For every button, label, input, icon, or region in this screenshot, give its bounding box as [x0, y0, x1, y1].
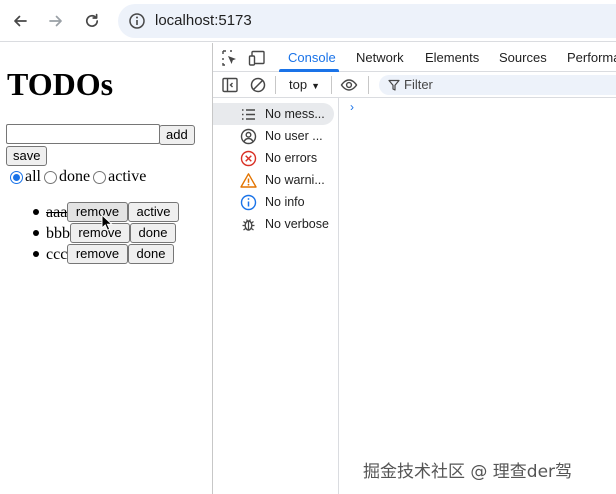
tab-network[interactable]: Network	[356, 50, 404, 66]
remove-button[interactable]: remove	[67, 244, 128, 264]
arrow-right-icon	[49, 15, 62, 27]
tab-elements[interactable]: Elements	[425, 50, 479, 66]
console-toolbar: top ▼ Filter	[213, 72, 616, 98]
sidebar-item-errors[interactable]: No errors	[213, 147, 339, 169]
filter-icon	[388, 79, 400, 91]
clear-console-icon[interactable]	[249, 76, 267, 94]
tab-console[interactable]: Console	[288, 50, 336, 66]
context-value: top	[289, 77, 308, 92]
watermark: 掘金技术社区 @ 理查der驾	[363, 462, 573, 482]
warning-icon	[240, 173, 257, 188]
console-sidebar: No mess... No user ... No errors No warn…	[213, 98, 339, 494]
todo-text: ccc	[46, 246, 68, 263]
address-bar[interactable]: localhost:5173	[118, 4, 616, 38]
site-info-icon[interactable]	[128, 12, 146, 30]
filter-active-radio[interactable]	[93, 170, 107, 184]
bug-icon	[242, 219, 255, 231]
divider	[368, 76, 369, 94]
divider	[275, 76, 276, 94]
context-select[interactable]: top ▼	[289, 77, 320, 94]
console-output[interactable]: ›	[340, 98, 616, 494]
error-icon	[240, 150, 257, 167]
back-button[interactable]	[5, 6, 35, 36]
tab-sources[interactable]: Sources	[499, 50, 547, 66]
remove-button[interactable]: remove	[70, 223, 130, 243]
console-filter-input[interactable]: Filter	[379, 75, 616, 95]
sidebar-item-label: No verbose	[265, 217, 329, 231]
toggle-done-button[interactable]: done	[130, 223, 176, 243]
filter-placeholder: Filter	[404, 77, 433, 92]
page-title: TODOs	[7, 66, 114, 102]
filter-done-radio[interactable]	[44, 170, 57, 184]
forward-button[interactable]	[41, 6, 71, 36]
user-icon	[240, 128, 257, 145]
url-text[interactable]: localhost:5173	[155, 12, 252, 30]
filter-all-label: all	[25, 168, 41, 185]
filter-all-radio[interactable]	[10, 170, 23, 184]
sidebar-item-label: No user ...	[265, 129, 323, 143]
sidebar-item-label: No warni...	[265, 173, 325, 187]
sidebar-item-verbose[interactable]: No verbose	[213, 213, 339, 235]
divider	[331, 76, 332, 94]
sidebar-item-info[interactable]: No info	[213, 191, 339, 213]
browser-toolbar: localhost:5173	[0, 0, 616, 42]
list-icon	[242, 109, 255, 120]
todo-app: TODOs add save all done active aaa remov…	[0, 43, 212, 494]
eye-icon[interactable]	[340, 76, 358, 94]
bullet	[33, 230, 39, 236]
caret-down-icon: ▼	[311, 81, 320, 91]
toggle-done-button[interactable]: done	[128, 244, 174, 264]
bullet	[33, 209, 39, 215]
inspect-element-icon[interactable]	[221, 49, 239, 67]
todo-text: aaa	[46, 204, 68, 221]
sidebar-item-messages[interactable]: No mess...	[213, 103, 334, 125]
sidebar-item-warnings[interactable]: No warni...	[213, 169, 339, 191]
sidebar-item-label: No mess...	[265, 107, 325, 121]
sidebar-item-user-messages[interactable]: No user ...	[213, 125, 339, 147]
devtools-panel: Console Network Elements Sources Perform…	[212, 43, 616, 494]
arrow-left-icon	[14, 15, 27, 27]
device-toolbar-icon[interactable]	[248, 49, 266, 67]
sidebar-item-label: No errors	[265, 151, 318, 165]
todo-text: bbb	[46, 225, 70, 242]
filter-group: all done active	[10, 167, 149, 187]
filter-done-label: done	[59, 168, 91, 185]
mouse-pointer-icon	[101, 214, 114, 231]
reload-icon	[86, 13, 99, 27]
console-prompt-icon: ›	[350, 100, 354, 114]
devtools-tabbar: Console Network Elements Sources Perform…	[213, 43, 616, 72]
bullet	[33, 251, 39, 257]
save-button[interactable]: save	[6, 146, 48, 166]
todo-input[interactable]	[6, 124, 160, 144]
tab-performance[interactable]: Performa	[567, 50, 616, 66]
add-button[interactable]: add	[159, 125, 195, 145]
toggle-active-button[interactable]: active	[128, 202, 179, 222]
info-icon	[240, 194, 257, 211]
sidebar-toggle-icon[interactable]	[221, 76, 239, 94]
remove-button[interactable]: remove	[67, 202, 128, 222]
sidebar-item-label: No info	[265, 195, 305, 209]
filter-active-label: active	[108, 168, 147, 185]
reload-button[interactable]	[77, 6, 107, 36]
list-item: ccc remove done	[0, 244, 212, 265]
